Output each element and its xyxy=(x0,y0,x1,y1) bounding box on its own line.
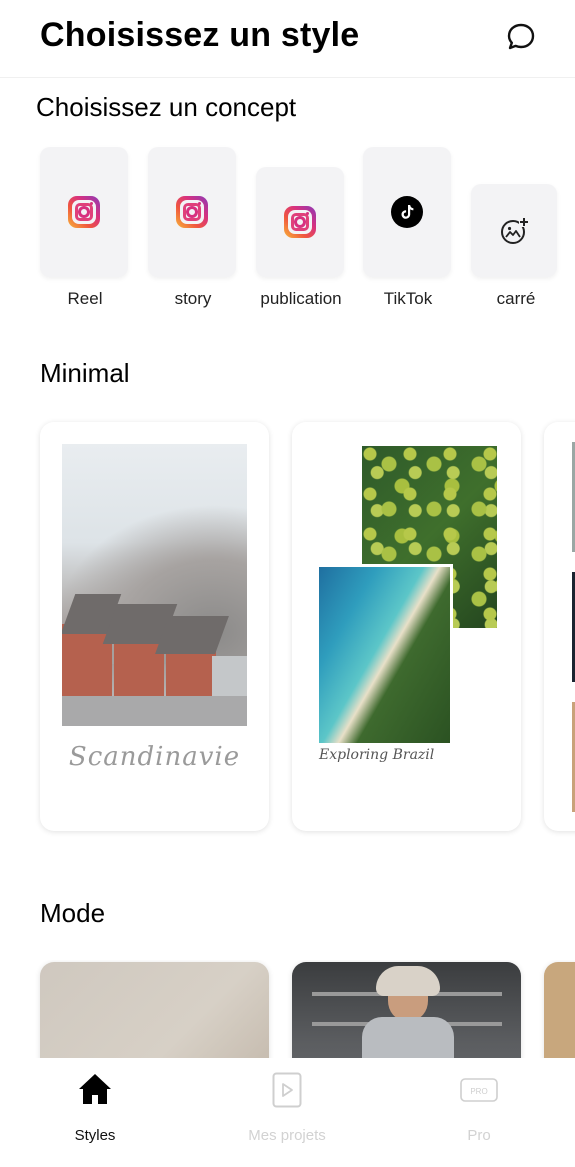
nav-pro[interactable]: PRO Pro xyxy=(404,1058,554,1167)
page-title: Choisissez un style xyxy=(40,16,360,54)
template-card-mode-3[interactable] xyxy=(544,962,575,1058)
template-photo xyxy=(316,564,453,746)
template-photo xyxy=(62,444,247,726)
concept-tile[interactable] xyxy=(148,147,236,277)
template-caption: Exploring Brazil xyxy=(319,747,435,763)
concept-tile[interactable] xyxy=(471,184,557,277)
play-square-icon xyxy=(272,1072,302,1108)
nav-label: Mes projets xyxy=(248,1127,326,1144)
concept-section-title: Choisissez un concept xyxy=(36,92,297,122)
instagram-icon xyxy=(284,206,316,238)
template-card-mode-2[interactable] xyxy=(292,962,521,1058)
template-card-partial[interactable] xyxy=(544,422,575,831)
concept-label: carré xyxy=(496,289,536,308)
chat-bubble-icon[interactable] xyxy=(504,20,538,54)
nav-mes-projets[interactable]: Mes projets xyxy=(212,1058,362,1167)
instagram-icon xyxy=(68,196,100,228)
add-image-icon xyxy=(501,216,529,244)
instagram-icon xyxy=(176,196,208,228)
template-card-mode-1[interactable] xyxy=(40,962,269,1058)
concept-tile[interactable] xyxy=(363,147,451,277)
mode-card-row xyxy=(0,960,575,1058)
nav-styles[interactable]: Styles xyxy=(20,1058,170,1167)
tiktok-icon xyxy=(391,196,423,228)
bottom-nav: Styles Mes projets PRO Pro xyxy=(0,1058,575,1167)
concept-tile[interactable] xyxy=(256,167,344,277)
concept-list: Reel story publication TikTok carré xyxy=(0,140,575,310)
svg-text:PRO: PRO xyxy=(470,1087,487,1096)
pro-badge-icon: PRO xyxy=(460,1078,498,1102)
template-card-brazil[interactable]: Exploring Brazil xyxy=(292,422,521,831)
home-icon xyxy=(79,1074,111,1104)
nav-label: Styles xyxy=(74,1127,116,1144)
template-caption: Scandinavie xyxy=(68,742,241,772)
template-card-scandinavie[interactable]: Scandinavie xyxy=(40,422,269,831)
minimal-section-title: Minimal xyxy=(40,358,130,388)
minimal-card-row: Scandinavie Exploring Brazil xyxy=(0,410,575,850)
top-bar: Choisissez un style xyxy=(0,0,575,78)
concept-tile[interactable] xyxy=(40,147,128,277)
nav-label: Pro xyxy=(467,1127,491,1144)
mode-section-title: Mode xyxy=(40,898,106,928)
